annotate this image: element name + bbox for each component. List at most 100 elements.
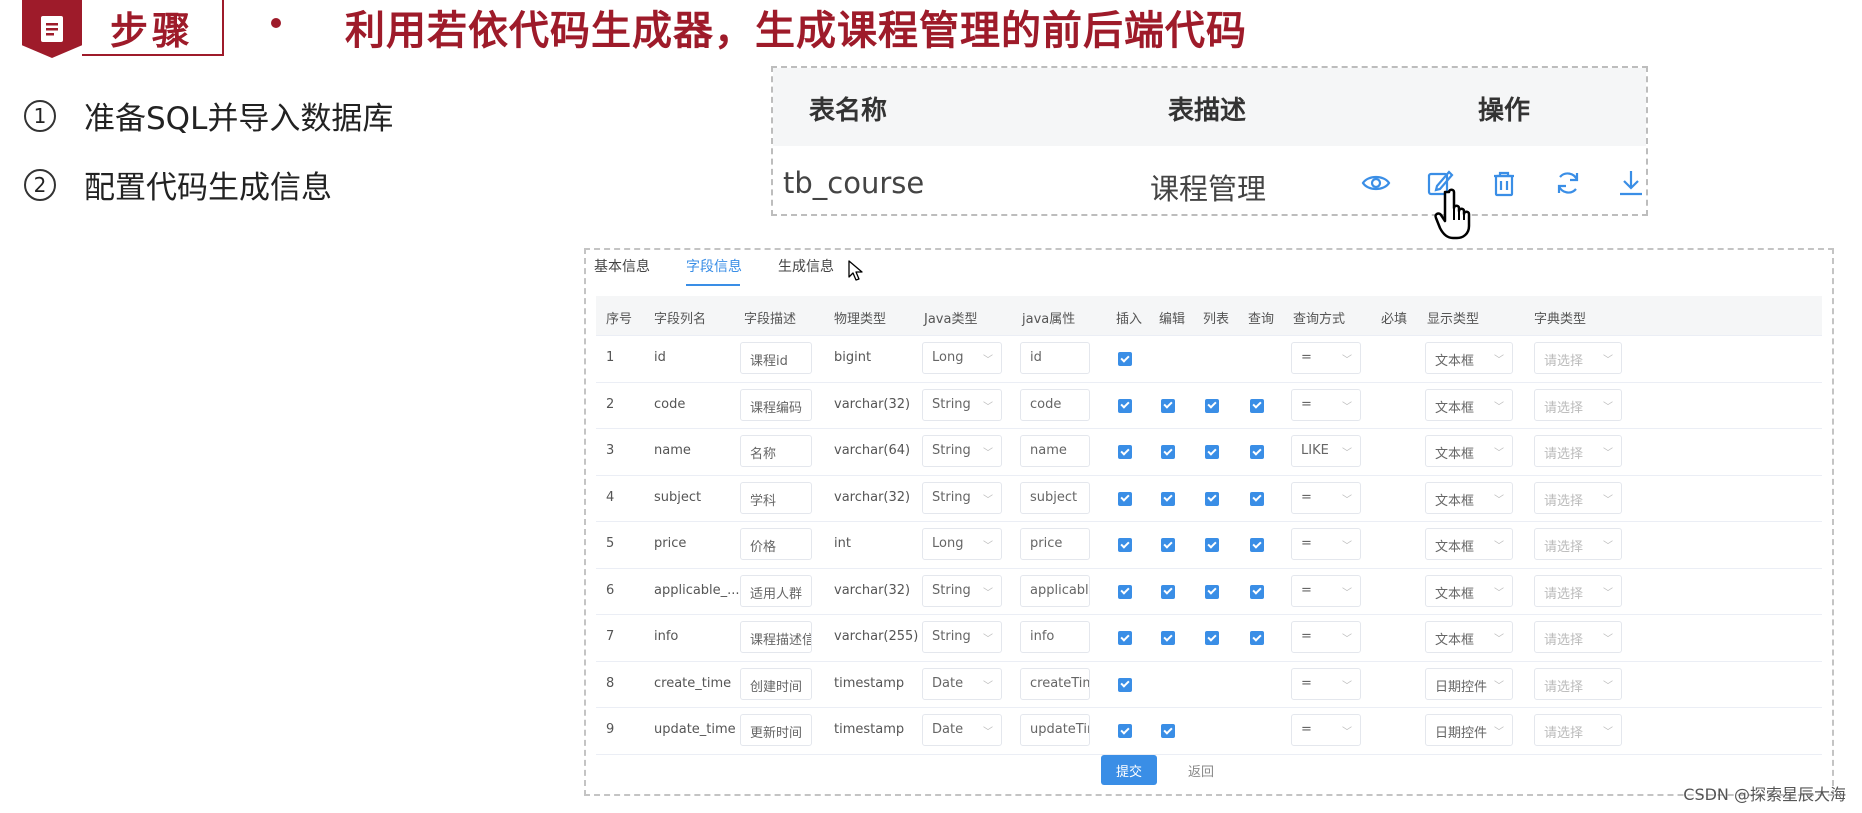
query-mode-select[interactable]: = ﹀ — [1291, 667, 1361, 700]
dict-type-select[interactable]: 请选择 ﹀ — [1534, 574, 1622, 607]
query-mode-select[interactable]: LIKE ﹀ — [1291, 435, 1361, 467]
row-index: 6 — [606, 582, 615, 598]
ins-checkbox[interactable] — [1118, 445, 1132, 459]
display-type-select[interactable]: 日期控件 ﹀ — [1425, 667, 1513, 700]
query-mode-select[interactable]: = ﹀ — [1291, 481, 1361, 514]
list-checkbox[interactable] — [1205, 398, 1219, 413]
ins-checkbox[interactable] — [1118, 677, 1132, 692]
field-desc-input[interactable]: 课程编码 — [740, 388, 812, 421]
list-checkbox[interactable] — [1205, 584, 1219, 599]
chevron-down-icon: ﹀ — [983, 634, 993, 645]
row-index: 8 — [606, 675, 615, 691]
query-checkbox[interactable] — [1250, 491, 1264, 506]
dict-type-select[interactable]: 请选择 ﹀ — [1534, 435, 1622, 467]
list-checkbox[interactable] — [1205, 491, 1219, 506]
java-type-select[interactable]: Date ﹀ — [922, 667, 1002, 700]
query-checkbox[interactable] — [1250, 631, 1264, 645]
edit-checkbox[interactable] — [1161, 445, 1175, 459]
java-type-select[interactable]: String ﹀ — [922, 435, 1002, 467]
submit-button[interactable]: 提交 — [1101, 755, 1157, 785]
dict-type-select[interactable]: 请选择 ﹀ — [1534, 481, 1622, 514]
java-prop-input[interactable]: price — [1020, 528, 1090, 560]
display-type-select[interactable]: 文本框 ﹀ — [1425, 481, 1513, 514]
edit-checkbox[interactable] — [1161, 724, 1175, 738]
edit-checkbox[interactable] — [1161, 631, 1175, 645]
column-header: 列表 — [1203, 312, 1230, 327]
ins-checkbox[interactable] — [1118, 724, 1132, 738]
java-type-select[interactable]: Long ﹀ — [922, 528, 1002, 560]
dict-type-select[interactable]: 请选择 ﹀ — [1534, 714, 1622, 746]
java-type-select[interactable]: String ﹀ — [922, 481, 1002, 514]
ins-checkbox[interactable] — [1118, 491, 1132, 506]
query-checkbox[interactable] — [1250, 445, 1264, 459]
dict-type-select[interactable]: 请选择 ﹀ — [1534, 667, 1622, 700]
display-type-select[interactable]: 日期控件 ﹀ — [1425, 714, 1513, 746]
java-prop-input[interactable]: id — [1020, 342, 1090, 374]
java-prop-input[interactable]: createTime — [1020, 667, 1090, 700]
tab-basic-info[interactable]: 基本信息 — [594, 256, 650, 276]
java-type-select[interactable]: Date ﹀ — [922, 714, 1002, 746]
display-type-select[interactable]: 文本框 ﹀ — [1425, 342, 1513, 374]
chevron-down-icon: ﹀ — [1494, 727, 1504, 738]
display-type-select[interactable]: 文本框 ﹀ — [1425, 528, 1513, 560]
display-type-select[interactable]: 文本框 ﹀ — [1425, 435, 1513, 467]
java-prop-input[interactable]: code — [1020, 388, 1090, 421]
query-mode-select[interactable]: = ﹀ — [1291, 621, 1361, 653]
field-desc-input[interactable]: 课程id — [740, 342, 812, 374]
display-type-value: 文本框 — [1435, 540, 1475, 555]
display-type-select[interactable]: 文本框 ﹀ — [1425, 388, 1513, 421]
display-type-select[interactable]: 文本框 ﹀ — [1425, 574, 1513, 607]
download-icon[interactable] — [1616, 168, 1646, 198]
java-type-select[interactable]: String ﹀ — [922, 574, 1002, 607]
field-desc-input[interactable]: 更新时间 — [740, 714, 812, 746]
view-icon[interactable] — [1361, 168, 1391, 198]
sync-icon[interactable] — [1553, 168, 1583, 198]
java-prop-input[interactable]: info — [1020, 621, 1090, 653]
field-desc-input[interactable]: 适用人群 — [740, 574, 812, 607]
ins-checkbox[interactable] — [1118, 352, 1132, 366]
dict-type-placeholder: 请选择 — [1544, 354, 1584, 369]
query-mode-select[interactable]: = ﹀ — [1291, 342, 1361, 374]
display-type-select[interactable]: 文本框 ﹀ — [1425, 621, 1513, 653]
ins-checkbox[interactable] — [1118, 584, 1132, 599]
field-desc-input[interactable]: 名称 — [740, 435, 812, 467]
list-checkbox[interactable] — [1205, 538, 1219, 552]
query-checkbox[interactable] — [1250, 584, 1264, 599]
dict-type-select[interactable]: 请选择 ﹀ — [1534, 621, 1622, 653]
query-mode-select[interactable]: = ﹀ — [1291, 574, 1361, 607]
query-mode-select[interactable]: = ﹀ — [1291, 528, 1361, 560]
query-checkbox[interactable] — [1250, 538, 1264, 552]
edit-checkbox[interactable] — [1161, 491, 1175, 506]
edit-checkbox[interactable] — [1161, 584, 1175, 599]
field-desc-input[interactable]: 创建时间 — [740, 667, 812, 700]
java-prop-input[interactable]: updateTim — [1020, 714, 1090, 746]
table-row: 7 info 课程描述信 varchar(255) String ﹀ info = ﹀ 文本框 ﹀ 请… — [596, 615, 1822, 662]
back-button[interactable]: 返回 — [1176, 755, 1226, 785]
ins-checkbox[interactable] — [1118, 538, 1132, 552]
list-checkbox[interactable] — [1205, 631, 1219, 645]
java-prop-input[interactable]: applicablel — [1020, 574, 1090, 607]
field-desc-input[interactable]: 课程描述信 — [740, 621, 812, 653]
field-desc-input[interactable]: 学科 — [740, 481, 812, 514]
java-prop-input[interactable]: name — [1020, 435, 1090, 467]
list-checkbox[interactable] — [1205, 445, 1219, 459]
edit-checkbox[interactable] — [1161, 398, 1175, 413]
edit-checkbox[interactable] — [1161, 538, 1175, 552]
query-mode-select[interactable]: = ﹀ — [1291, 714, 1361, 746]
dict-type-select[interactable]: 请选择 ﹀ — [1534, 342, 1622, 374]
java-type-select[interactable]: Long ﹀ — [922, 342, 1002, 374]
java-type-select[interactable]: String ﹀ — [922, 388, 1002, 421]
query-checkbox[interactable] — [1250, 398, 1264, 413]
dict-type-select[interactable]: 请选择 ﹀ — [1534, 388, 1622, 421]
ins-checkbox[interactable] — [1118, 398, 1132, 413]
java-prop-input[interactable]: subject — [1020, 481, 1090, 514]
dict-type-placeholder: 请选择 — [1544, 679, 1584, 695]
query-mode-select[interactable]: = ﹀ — [1291, 388, 1361, 421]
tab-field-info[interactable]: 字段信息 — [686, 256, 742, 276]
ins-checkbox[interactable] — [1118, 631, 1132, 645]
tab-gen-info[interactable]: 生成信息 — [778, 256, 834, 276]
dict-type-select[interactable]: 请选择 ﹀ — [1534, 528, 1622, 560]
delete-icon[interactable] — [1489, 168, 1519, 198]
field-desc-input[interactable]: 价格 — [740, 528, 812, 560]
java-type-select[interactable]: String ﹀ — [922, 621, 1002, 653]
